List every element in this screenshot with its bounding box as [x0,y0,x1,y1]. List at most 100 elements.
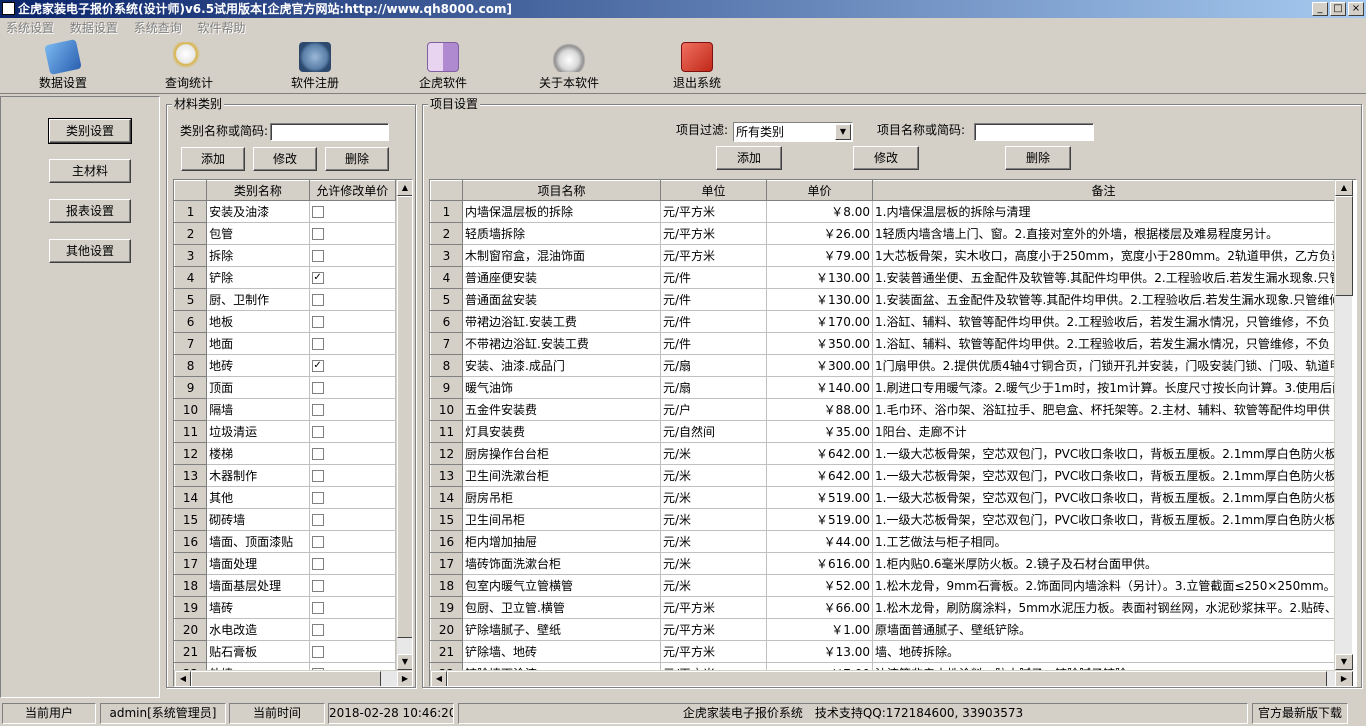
item-unit-cell[interactable]: 元/米 [660,530,767,553]
category-row[interactable]: 19 墙砖 [174,596,397,619]
item-unit-cell[interactable]: 元/件 [660,332,767,355]
item-name-cell[interactable]: 不带裙边浴缸.安装工费 [462,332,661,355]
category-row[interactable]: 10 隔墙 [174,398,397,421]
item-name-cell[interactable]: 墙砖饰面洗漱台柜 [462,552,661,575]
category-allow-cell[interactable] [309,420,397,443]
item-name-cell[interactable]: 卫生间吊柜 [462,508,661,531]
category-allow-cell[interactable]: ✓ [309,266,397,289]
item-name-cell[interactable]: 铲除墙、地砖 [462,640,661,663]
checkbox-icon[interactable] [311,646,324,658]
scroll-down-icon[interactable]: ▼ [397,654,412,670]
item-note-cell[interactable]: 1门扇甲供。2.提供优质4轴4寸铜合页，门锁开孔并安装，门吸安装门锁、门吸、轨道… [872,354,1335,377]
scroll-left-icon[interactable]: ◀ [175,671,191,686]
item-note-cell[interactable]: 1.浴缸、辅料、软管等配件均甲供。2.工程验收后，若发生漏水情况，只管维修，不负 [872,310,1335,333]
checkbox-icon[interactable] [311,602,324,614]
item-price-cell[interactable]: ￥26.00 [766,222,873,245]
item-name-cell[interactable]: 包室内暖气立管横管 [462,574,661,597]
item-note-cell[interactable]: 1轻质内墙含墙上门、窗。2.直接对室外的外墙，根据楼层及难易程度另计。 [872,222,1335,245]
scroll-down-icon[interactable]: ▼ [1335,654,1353,670]
category-edit-button[interactable]: 修改 [253,147,317,171]
item-name-cell[interactable]: 暖气油饰 [462,376,661,399]
item-unit-cell[interactable]: 元/平方米 [660,244,767,267]
item-row[interactable]: 9 暖气油饰 元/扇 ￥140.00 1.刷进口专用暖气漆。2.暖气少于1m时，按1m计… [430,376,1335,399]
item-name-cell[interactable]: 普通面盆安装 [462,288,661,311]
category-row[interactable]: 9 顶面 [174,376,397,399]
item-row[interactable]: 1 内墙保温层板的拆除 元/平方米 ￥8.00 1.内墙保温层板的拆除与清理 [430,200,1335,223]
item-price-cell[interactable]: ￥616.00 [766,552,873,575]
item-price-cell[interactable]: ￥35.00 [766,420,873,443]
category-name-cell[interactable]: 垃圾清运 [206,420,310,443]
checkbox-icon[interactable] [311,514,324,526]
item-row[interactable]: 12 厨房操作台台柜 元/米 ￥642.00 1.一级大芯板骨架，空芯双包门，PVC收口… [430,442,1335,465]
item-horizontal-scrollbar[interactable]: ◀ ▶ [430,670,1353,686]
item-vertical-scrollbar[interactable]: ▲ ▼ [1334,180,1353,670]
item-row[interactable]: 15 卫生间吊柜 元/米 ￥519.00 1.一级大芯板骨架，空芯双包门，PVC收口条收… [430,508,1335,531]
item-name-cell[interactable]: 包厨、卫立管.横管 [462,596,661,619]
category-allow-cell[interactable]: ✓ [309,354,397,377]
item-unit-cell[interactable]: 元/户 [660,398,767,421]
menu-system-settings[interactable]: 系统设置 [0,18,60,38]
item-unit-cell[interactable]: 元/平方米 [660,640,767,663]
category-name-cell[interactable]: 贴石膏板 [206,640,310,663]
minimize-button[interactable]: _ [1312,2,1328,16]
category-allow-cell[interactable] [309,574,397,597]
item-unit-cell[interactable]: 元/平方米 [660,618,767,641]
item-unit-cell[interactable]: 元/米 [660,552,767,575]
item-delete-button[interactable]: 删除 [1005,146,1071,170]
category-allow-cell[interactable] [309,552,397,575]
category-allow-cell[interactable] [309,398,397,421]
item-name-search-input[interactable] [974,123,1094,141]
checkbox-icon[interactable] [311,624,324,636]
category-row[interactable]: 13 木器制作 [174,464,397,487]
category-row[interactable]: 17 墙面处理 [174,552,397,575]
item-price-cell[interactable]: ￥300.00 [766,354,873,377]
category-name-cell[interactable]: 砌砖墙 [206,508,310,531]
item-price-cell[interactable]: ￥66.00 [766,596,873,619]
item-price-cell[interactable]: ￥519.00 [766,486,873,509]
category-row[interactable]: 4 铲除 ✓ [174,266,397,289]
toolbar-query-stats-button[interactable]: 查询统计 [134,40,244,92]
item-note-cell[interactable]: 1大芯板骨架，实木收口，高度小于250mm，宽度小于280mm。2轨道甲供，乙方… [872,244,1335,267]
item-row[interactable]: 11 灯具安装费 元/自然间 ￥35.00 1阳台、走廊不计 [430,420,1335,443]
item-name-cell[interactable]: 带裙边浴缸.安装工费 [462,310,661,333]
checkbox-checked-icon[interactable]: ✓ [311,272,324,284]
category-search-input[interactable] [270,123,389,141]
checkbox-icon[interactable] [311,338,324,350]
category-row[interactable]: 6 地板 [174,310,397,333]
item-row[interactable]: 14 厨房吊柜 元/米 ￥519.00 1.一级大芯板骨架，空芯双包门，PVC收口条收口… [430,486,1335,509]
status-download-latest[interactable]: 官方最新版下载 [1252,703,1348,724]
menu-help[interactable]: 软件帮助 [192,18,252,38]
item-unit-cell[interactable]: 元/米 [660,442,767,465]
checkbox-icon[interactable] [311,250,324,262]
item-price-cell[interactable]: ￥8.00 [766,200,873,223]
category-name-cell[interactable]: 水电改造 [206,618,310,641]
item-row[interactable]: 4 普通座便安装 元/件 ￥130.00 1.安装普通坐便、五金配件及软管等.其配件均甲… [430,266,1335,289]
item-name-cell[interactable]: 安装、油漆.成品门 [462,354,661,377]
checkbox-icon[interactable] [311,404,324,416]
item-note-cell[interactable]: 原墙面普通腻子、壁纸铲除。 [872,618,1335,641]
category-name-cell[interactable]: 墙面处理 [206,552,310,575]
category-allow-cell[interactable] [309,222,397,245]
category-allow-cell[interactable] [309,442,397,465]
item-note-cell[interactable]: 1.一级大芯板骨架，空芯双包门，PVC收口条收口，背板五厘板。2.1mm厚白色防… [872,508,1335,531]
item-note-cell[interactable]: 墙、地砖拆除。 [872,640,1335,663]
category-name-cell[interactable]: 其他 [206,486,310,509]
category-row[interactable]: 8 地砖 ✓ [174,354,397,377]
category-vertical-scrollbar[interactable]: ▲ ▼ [396,180,412,670]
category-allow-cell[interactable] [309,530,397,553]
checkbox-checked-icon[interactable]: ✓ [311,360,324,372]
category-row[interactable]: 12 楼梯 [174,442,397,465]
checkbox-icon[interactable] [311,536,324,548]
item-row[interactable]: 2 轻质墙拆除 元/平方米 ￥26.00 1轻质内墙含墙上门、窗。2.直接对室外的外墙，… [430,222,1335,245]
category-row[interactable]: 18 墙面基层处理 [174,574,397,597]
item-row[interactable]: 13 卫生间洗漱台柜 元/米 ￥642.00 1.一级大芯板骨架，空芯双包门，PVC收口… [430,464,1335,487]
item-row[interactable]: 17 墙砖饰面洗漱台柜 元/米 ￥616.00 1.柜内贴0.6毫米厚防火板。2.镜子及… [430,552,1335,575]
item-note-cell[interactable]: 1.松木龙骨，刷防腐涂料，5mm水泥压力板。表面衬钢丝网，水泥砂浆抹平。2.贴砖… [872,596,1335,619]
category-row[interactable]: 15 砌砖墙 [174,508,397,531]
item-unit-cell[interactable]: 元/平方米 [660,200,767,223]
item-note-header[interactable]: 备注 [872,180,1335,201]
checkbox-icon[interactable] [311,206,324,218]
item-name-cell[interactable]: 五金件安装费 [462,398,661,421]
item-row[interactable]: 7 不带裙边浴缸.安装工费 元/件 ￥350.00 1.浴缸、辅料、软管等配件均甲供。2… [430,332,1335,355]
nav-main-material-button[interactable]: 主材料 [49,159,131,183]
